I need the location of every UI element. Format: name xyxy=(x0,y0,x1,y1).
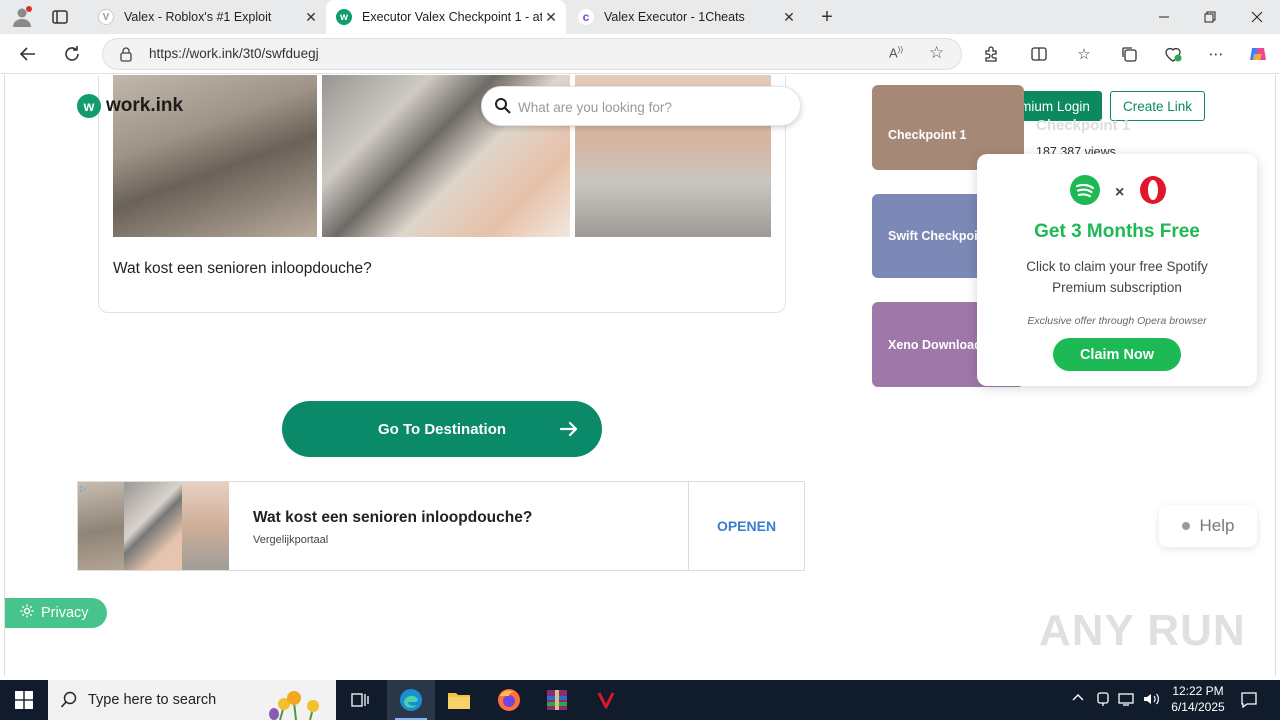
taskbar-search-box[interactable]: Type here to search xyxy=(48,680,336,721)
back-button[interactable] xyxy=(15,42,41,66)
valex-taskbar-icon[interactable] xyxy=(582,680,630,720)
firefox-icon[interactable] xyxy=(485,680,533,720)
opera-icon xyxy=(1138,174,1168,211)
ad-headline[interactable]: Wat kost een senioren inloopdouche? xyxy=(253,509,532,527)
claim-now-button[interactable]: Claim Now xyxy=(1053,338,1181,371)
copilot-icon[interactable] xyxy=(1247,43,1269,65)
restore-button[interactable] xyxy=(1187,0,1233,34)
sidebar-meta-title: Checkpoint 1 xyxy=(1036,117,1131,134)
sidebar-item-label: Swift Checkpoint xyxy=(888,229,990,243)
spotify-opera-popup[interactable]: × Get 3 Months Free Click to claim your … xyxy=(977,154,1257,386)
gear-icon xyxy=(19,603,35,623)
tray-chevron-up-icon[interactable] xyxy=(1071,691,1085,708)
ad-source: Vergelijkportaal xyxy=(253,534,329,546)
network-icon[interactable] xyxy=(1118,691,1134,710)
tab-valex-1cheats[interactable]: c Valex Executor - 1Cheats ✕ xyxy=(568,0,804,34)
privacy-button[interactable]: Privacy xyxy=(5,598,107,628)
extensions-icon[interactable] xyxy=(980,43,1002,65)
close-window-button[interactable] xyxy=(1234,0,1280,34)
spotify-icon xyxy=(1069,174,1101,211)
search-input[interactable] xyxy=(518,96,788,118)
anyrun-watermark: ANY RUN xyxy=(1039,606,1246,655)
go-to-destination-button[interactable]: Go To Destination xyxy=(282,401,602,457)
search-icon xyxy=(60,691,78,713)
read-aloud-icon[interactable]: A)) xyxy=(889,45,903,60)
tab-valex-roblox[interactable]: V Valex - Roblox's #1 Exploit ✕ xyxy=(88,0,327,34)
taskbar-search-placeholder: Type here to search xyxy=(88,692,217,708)
lock-icon[interactable] xyxy=(119,46,133,67)
times-icon: × xyxy=(1115,183,1125,201)
search-box[interactable] xyxy=(481,86,801,126)
privacy-label: Privacy xyxy=(41,605,89,621)
valex-favicon-icon: V xyxy=(98,9,114,25)
search-highlight-flowers-icon xyxy=(260,682,330,724)
close-icon[interactable]: ✕ xyxy=(780,8,798,26)
winrar-icon[interactable] xyxy=(533,680,581,720)
url-field[interactable]: https://work.ink/3t0/swfduegj A)) ☆ xyxy=(102,38,962,70)
clock-date: 6/14/2025 xyxy=(1171,700,1225,714)
profile-icon[interactable] xyxy=(10,5,34,29)
1cheats-favicon-icon: c xyxy=(578,9,594,25)
logo-text: work.ink xyxy=(106,95,184,116)
volume-icon[interactable] xyxy=(1142,691,1160,710)
browser-essentials-icon[interactable] xyxy=(1162,43,1184,65)
new-tab-button[interactable]: + xyxy=(816,6,838,28)
sidebar-item-label: Xeno Download xyxy=(888,337,982,352)
ad-thumbnail[interactable] xyxy=(78,482,229,570)
edge-taskbar-icon[interactable] xyxy=(387,680,435,720)
popup-title: Get 3 Months Free xyxy=(1034,221,1200,242)
tray-device-icon[interactable] xyxy=(1096,691,1110,710)
help-dot-icon xyxy=(1181,522,1190,530)
collections-icon[interactable] xyxy=(1118,43,1140,65)
card-question-text: Wat kost een senioren inloopdouche? xyxy=(113,260,372,277)
tab-title: Valex - Roblox's #1 Exploit xyxy=(124,10,272,24)
bottom-ad-banner[interactable]: ▷ Wat kost een senioren inloopdouche? Ve… xyxy=(77,481,805,571)
taskbar-clock[interactable]: 12:22 PM 6/14/2025 xyxy=(1160,683,1236,715)
url-text: https://work.ink/3t0/swfduegj xyxy=(149,46,319,61)
ad-open-button[interactable]: OPENEN xyxy=(689,482,804,570)
start-button[interactable] xyxy=(0,680,48,720)
favorite-star-icon[interactable]: ☆ xyxy=(929,43,944,63)
help-button[interactable]: Help xyxy=(1159,505,1257,547)
favorites-icon[interactable]: ☆ xyxy=(1073,43,1095,65)
tab-title: Valex Executor - 1Cheats xyxy=(604,10,745,24)
workink-favicon-icon: w xyxy=(336,9,352,25)
tab-executor-valex-checkpoint[interactable]: w Executor Valex Checkpoint 1 - at w ✕ xyxy=(326,0,566,34)
workink-logo-icon: w xyxy=(77,94,101,118)
notifications-icon[interactable] xyxy=(1240,691,1258,712)
close-icon[interactable]: ✕ xyxy=(302,8,320,26)
browser-tab-bar: V Valex - Roblox's #1 Exploit ✕ w Execut… xyxy=(0,0,1280,34)
ad-photo-foot xyxy=(182,482,229,570)
search-icon xyxy=(494,97,512,120)
refresh-button[interactable] xyxy=(59,42,85,66)
task-view-icon[interactable] xyxy=(336,680,384,720)
windows-taskbar: Type here to search 12:22 PM 6/14/2025 xyxy=(0,680,1280,721)
minimize-button[interactable] xyxy=(1141,0,1187,34)
ad-photo-tap xyxy=(124,482,182,570)
address-bar-row: https://work.ink/3t0/swfduegj A)) ☆ ☆ ⋯ xyxy=(0,34,1280,74)
help-label: Help xyxy=(1199,516,1235,535)
workink-logo[interactable]: w work.ink xyxy=(77,94,183,118)
tab-title: Executor Valex Checkpoint 1 - at w xyxy=(362,10,542,24)
popup-logos: × xyxy=(1069,174,1168,211)
split-screen-icon[interactable] xyxy=(1028,43,1050,65)
tab-actions-icon[interactable] xyxy=(50,7,70,27)
adchoices-icon[interactable]: ▷ xyxy=(80,484,92,496)
clock-time: 12:22 PM xyxy=(1172,684,1224,698)
close-icon[interactable]: ✕ xyxy=(542,8,560,26)
sidebar-item-label: Checkpoint 1 xyxy=(888,127,967,142)
popup-description: Click to claim your free Spotify Premium… xyxy=(1026,259,1208,295)
file-explorer-icon[interactable] xyxy=(435,680,483,720)
popup-note: Exclusive offer through Opera browser xyxy=(1027,315,1207,327)
more-options-icon[interactable]: ⋯ xyxy=(1205,43,1227,65)
page-viewport: Wat kost een senioren inloopdouche? w wo… xyxy=(4,75,1276,676)
go-button-label: Go To Destination xyxy=(377,420,507,438)
arrow-right-icon xyxy=(558,418,580,444)
